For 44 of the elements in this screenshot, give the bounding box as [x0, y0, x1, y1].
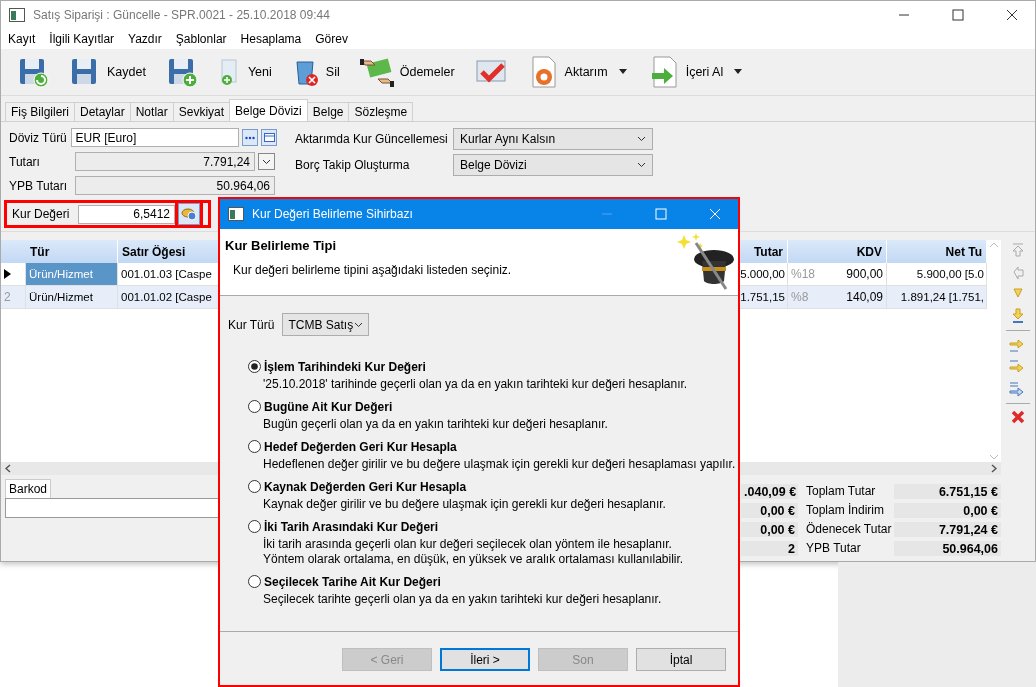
- total-value: 0,00 €: [741, 503, 798, 518]
- field-label: Tutarı: [9, 154, 41, 169]
- amount-field: 50.964,06: [75, 176, 275, 195]
- vat-amount: 900,00: [846, 267, 883, 281]
- table-cell: 1.891,24 [1.751,: [887, 286, 987, 309]
- vat-rate: %18: [791, 267, 816, 281]
- column-header: Net Tu: [887, 240, 987, 263]
- total-label: Toplam İndirim: [805, 503, 886, 518]
- option-description: Hedeflenen değer girilir ve bu değere ulaşmak için gerekli kur değeri hesaplaması yapılır.: [262, 457, 737, 472]
- total-value: 2: [741, 541, 798, 556]
- option-description: İki tarih arasında geçerli olan kur değeri seçilecek olan yöntem ile hesaplanır. Yöntem olarak ortalama, en düşük, en yüksek ve aralık ortalaması kullanılabilir.: [262, 537, 685, 567]
- field-label: Kur Değeri: [12, 207, 71, 221]
- field-label: Borç Takip Oluşturma: [295, 158, 411, 172]
- option-description: '25.10.2018' tarihinde geçerli olan ya da en yakın tarihteki kur değeri hesaplanır.: [262, 377, 689, 392]
- column-header: KDV: [788, 240, 887, 263]
- column-header: Tür: [26, 240, 118, 263]
- total-label: Toplam Tutar: [805, 484, 877, 499]
- field-label: Döviz Türü: [9, 130, 68, 145]
- total-value: 50.964,06: [894, 541, 1001, 556]
- table-cell: Ürün/Hizmet: [26, 263, 118, 286]
- row-number: 2: [4, 290, 11, 304]
- option-description: Bugün geçerli olan ya da en yakın tarihteki kur değeri hesaplanır.: [262, 417, 609, 432]
- dialog-title: Kur Değeri Belirleme Sihirbazı: [252, 207, 414, 221]
- step-description: Kur değeri belirleme tipini aşağıdaki listeden seçiniz.: [232, 263, 512, 277]
- field-label: Kur Türü: [228, 317, 275, 332]
- vat-amount: 140,09: [846, 290, 883, 304]
- total-label: YPB Tutar: [805, 541, 862, 556]
- total-value: .040,09 €: [741, 484, 798, 499]
- table-cell: 001.01.02 [Caspe: [118, 286, 219, 309]
- vat-rate: %8: [791, 290, 809, 304]
- option-description: Kaynak değer girilir ve bu değere ulaşmak için gerekli kur değeri hesaplanır.: [262, 497, 667, 512]
- field-label: YPB Tutarı: [9, 178, 69, 193]
- window-title: Satış Siparişi : Güncelle - SPR.0021 - 25.10.2018 09:44: [33, 8, 331, 22]
- table-cell: Ürün/Hizmet: [26, 286, 118, 309]
- field-label: Aktarımda Kur Güncellemesi: [295, 132, 449, 146]
- column-header: Satır Öğesi: [118, 240, 219, 263]
- total-value: 0,00 €: [741, 522, 798, 537]
- step-heading: Kur Belirleme Tipi: [225, 238, 337, 253]
- total-label: Ödenecek Tutar: [805, 522, 893, 537]
- total-value: 0,00 €: [894, 503, 1001, 518]
- total-value: 6.751,15 €: [894, 484, 1001, 499]
- total-value: 7.791,24 €: [894, 522, 1001, 537]
- option-description: Seçilecek tarihte geçerli olan ya da en yakın tarihteki kur değeri hesaplanır.: [262, 592, 663, 607]
- table-cell: 5.900,00 [5.0: [887, 263, 987, 286]
